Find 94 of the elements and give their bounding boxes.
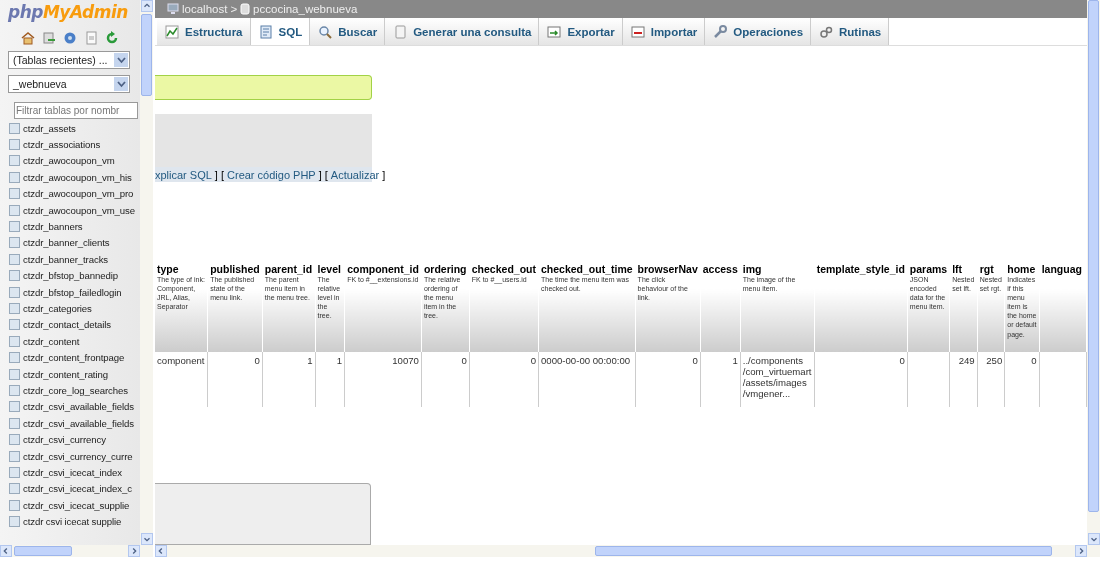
table-cell: 0 (469, 352, 539, 407)
link[interactable]: Crear código PHP (227, 168, 316, 181)
search-icon (318, 24, 333, 39)
table-cell: 0 (421, 352, 470, 407)
table-item[interactable]: ctzdr_awocoupon_vm_pro (0, 185, 140, 202)
tab[interactable]: Operaciones (705, 18, 812, 45)
table-item[interactable]: ctzdr_awocoupon_vm_his (0, 169, 140, 186)
table-item[interactable]: ctzdr_banner_clients (0, 234, 140, 252)
caret-icon (116, 56, 126, 64)
table-cell: 0 (207, 352, 263, 407)
table-cell: 0 (635, 352, 701, 407)
home-icon[interactable] (21, 31, 35, 45)
table-cell: 1 (315, 352, 345, 407)
table-item[interactable]: ctzdr_core_log_searches (0, 382, 140, 399)
scroll-arrow-button[interactable] (1087, 533, 1100, 545)
caret-icon (116, 80, 126, 88)
scroll-arrow-button[interactable] (1075, 545, 1087, 557)
server-icon (167, 3, 179, 15)
table-cell: 10070 (344, 352, 422, 407)
table-cell: component (155, 352, 208, 407)
reload-icon[interactable] (105, 31, 119, 45)
tab[interactable]: Importar (622, 18, 706, 45)
scroll-thumb[interactable] (1088, 0, 1099, 512)
document-icon (258, 24, 273, 39)
table-item[interactable]: ctzdr_assets (0, 120, 140, 137)
select-field[interactable]: _webnueva (8, 75, 130, 93)
scroll-arrow-button[interactable] (140, 0, 153, 12)
export-icon (547, 24, 562, 39)
scroll-arrow-button[interactable] (0, 545, 12, 557)
table-cell: 250 (977, 352, 1005, 407)
page-icon (393, 24, 408, 39)
wrench-icon (713, 24, 728, 39)
column-header[interactable]: languag (1039, 262, 1087, 352)
table-cell: 0000-00-00 00:00:00 (538, 352, 636, 407)
chart-icon (165, 24, 179, 39)
link[interactable]: xplicar SQL (155, 168, 212, 181)
table-item[interactable]: ctzdr_categories (0, 300, 140, 317)
select-field[interactable]: (Tablas recientes) ... (8, 51, 130, 69)
tab[interactable]: Exportar (539, 18, 623, 45)
tab[interactable]: Buscar (310, 18, 386, 45)
table-item[interactable]: ctzdr_csvi_currency (0, 431, 140, 448)
link[interactable]: Actualizar (330, 168, 380, 181)
tab[interactable]: Rutinas (811, 18, 890, 45)
table-item[interactable]: ctzdr_associations (0, 136, 140, 153)
table-cell: 1 (262, 352, 316, 407)
scroll-arrow-button[interactable] (155, 545, 167, 557)
tab[interactable]: Generar una consulta (385, 18, 540, 45)
table-item[interactable]: ctzdr csvi icecat supplie (0, 513, 140, 530)
scroll-arrow-button[interactable] (140, 533, 153, 545)
table-item[interactable]: ctzdr_csvi_currency_curre (0, 447, 140, 465)
gears-icon (819, 24, 834, 39)
table-item[interactable]: ctzdr_bfstop_failedlogin (0, 283, 140, 301)
column-header[interactable]: template_style_id (814, 262, 908, 352)
link-separator: ] (382, 168, 386, 181)
table-cell: ../components /com_virtuemart /assets/images /vmgener... (740, 352, 815, 407)
filter-field[interactable]: Filtrar tablas por nombr (14, 102, 138, 119)
horizontal-scrollbar[interactable] (0, 545, 140, 557)
logo: phpMyAdmin (7, 1, 129, 22)
help-icon[interactable] (63, 31, 77, 45)
tab[interactable]: Estructura (157, 18, 251, 45)
horizontal-scrollbar[interactable] (155, 545, 1087, 557)
document-icon[interactable] (84, 31, 98, 45)
table-cell: 0 (814, 352, 908, 407)
link-separator: ] [ (214, 168, 225, 181)
scroll-thumb[interactable] (595, 546, 1052, 556)
link-separator: ] [ (318, 168, 328, 181)
table-item[interactable]: ctzdr_awocoupon_vm_use (0, 201, 140, 219)
scrollbar-corner (1087, 545, 1100, 557)
scroll-thumb[interactable] (141, 14, 152, 96)
scroll-arrow-button[interactable] (128, 545, 140, 557)
table-item[interactable]: ctzdr_content (0, 333, 140, 350)
table-item[interactable]: ctzdr_csvi_icecat_supplie (0, 497, 140, 514)
table-item[interactable]: ctzdr_content_frontpage (0, 349, 140, 366)
import-icon (630, 24, 645, 39)
table-item[interactable]: ctzdr_contact_details (0, 316, 140, 334)
table-cell: 0 (1004, 352, 1040, 407)
database-icon (240, 3, 251, 15)
table-item[interactable]: ctzdr_content_rating (0, 365, 140, 383)
table-item[interactable]: ctzdr_banners (0, 218, 140, 235)
table-item[interactable]: ctzdr_csvi_available_fields (0, 415, 140, 432)
breadcrumb-separator: > (230, 3, 238, 15)
table-item[interactable]: ctzdr_csvi_icecat_index (0, 464, 140, 481)
table-item[interactable]: ctzdr_bfstop_bannedip (0, 267, 140, 284)
table-item[interactable]: ctzdr_banner_tracks (0, 251, 140, 268)
vertical-scrollbar[interactable] (140, 0, 153, 545)
scrollbar-corner (140, 545, 153, 557)
table-item[interactable]: ctzdr_awocoupon_vm (0, 152, 140, 170)
exit-icon[interactable] (42, 31, 56, 45)
table-item[interactable]: ctzdr_csvi_icecat_index_c (0, 480, 140, 497)
table-cell: 249 (949, 352, 978, 407)
table-cell: 1 (700, 352, 741, 407)
table-item[interactable]: ctzdr_csvi_available_fields (0, 398, 140, 416)
scroll-thumb[interactable] (14, 546, 72, 556)
vertical-scrollbar[interactable] (1087, 0, 1100, 545)
